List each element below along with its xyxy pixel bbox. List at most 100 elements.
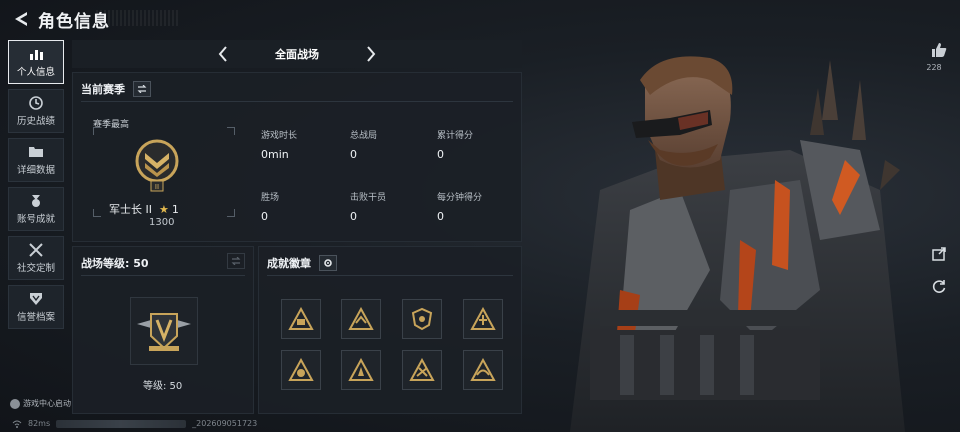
badges-title: 成就徽章 [267,255,337,271]
badge-icon [288,358,314,381]
game-center-link[interactable]: 游戏中心启动 [10,398,71,409]
divider [81,101,513,102]
badge-icon [288,307,314,330]
badge-icon [470,358,496,381]
swap-icon [231,257,241,265]
mode-label: 全面战场 [275,48,319,61]
badge-slot[interactable] [341,299,381,339]
sidebar-item-label: 社交定制 [16,262,55,274]
tools-icon [29,242,43,257]
svg-text:II: II [155,183,159,191]
medal-icon [32,194,40,207]
badge-slot[interactable] [281,350,321,390]
achievement-badges-panel: 成就徽章 [258,246,522,414]
stat-value: 0 [437,148,444,161]
back-button[interactable] [4,0,38,38]
badge-slot[interactable] [341,350,381,390]
sidebar-item-social[interactable]: 社交定制 [8,236,64,280]
badges-title-text: 成就徽章 [267,257,311,270]
sidebar-item-details[interactable]: 详细数据 [8,138,64,182]
badge-slot[interactable] [463,350,503,390]
sidebar-item-history[interactable]: 历史战绩 [8,89,64,133]
chevron-left-icon [218,46,227,62]
sidebar-item-label: 个人信息 [16,66,55,78]
season-switch-button[interactable] [133,81,151,97]
stat-kills: 击败干员 0 [350,190,386,223]
game-center-label: 游戏中心启动 [23,399,71,408]
swap-icon [137,85,147,93]
stat-label: 每分钟得分 [437,193,483,203]
uid-suffix: _202609051723 [192,419,258,428]
badge-slot[interactable] [463,299,503,339]
badge-icon [411,307,433,331]
thumbs-up-icon [932,43,947,57]
clock-icon [29,95,43,110]
gear-icon [324,259,332,267]
badge-slot[interactable] [281,299,321,339]
mode-next-button[interactable] [360,43,382,65]
star-icon: ★ [159,202,169,216]
rank-score: 1300 [149,217,175,228]
badge-slot[interactable] [402,299,442,339]
rank-emblem-icon: II [135,139,179,192]
divider [81,275,245,276]
back-arrow-icon [15,12,27,26]
wifi-icon [12,420,22,428]
badge-slot[interactable] [402,350,442,390]
sidebar-item-label: 账号成就 [16,213,55,225]
season-title: 当前赛季 [81,81,151,97]
level-emblem-frame [130,297,198,365]
badge-icon [348,307,374,330]
share-icon [932,247,946,261]
rank-stars: 1 [171,202,179,216]
stat-label: 击败干员 [350,193,387,203]
uid-masked [56,419,187,428]
stat-value: 0 [350,148,357,161]
chevron-right-icon [367,46,376,62]
rank-name: 军士长 II ★ 1 [109,201,179,217]
like-button[interactable] [929,40,949,60]
title-decoration [96,10,180,26]
divider [267,275,513,276]
sidebar-item-label: 历史战绩 [16,115,55,127]
ping-value: 82ms [28,419,51,428]
stat-wins: 胜场 0 [261,190,279,223]
season-title-text: 当前赛季 [81,83,125,96]
stat-score-per-minute: 每分钟得分 0 [437,190,482,223]
battlefield-level-panel: 战场等级: 50 等级: 50 [72,246,254,414]
folder-icon [29,146,43,157]
season-panel: 当前赛季 赛季最高 II 军士长 II ★ 1 1300 游戏时长 0min 总… [72,72,522,242]
status-footer: 82ms _202609051723 [12,419,257,428]
mode-prev-button[interactable] [212,43,234,65]
stat-label: 累计得分 [437,131,474,141]
refresh-icon [932,280,946,293]
sidebar-item-reputation[interactable]: 信誉档案 [8,285,64,329]
bar-chart-icon [30,49,43,60]
sidebar: 个人信息 历史战绩 详细数据 账号成就 社交定制 信誉档案 [8,40,64,334]
sidebar-item-profile[interactable]: 个人信息 [8,40,64,84]
stat-total-score: 累计得分 0 [437,128,473,161]
character-model[interactable] [560,40,920,432]
sidebar-item-label: 详细数据 [16,164,55,176]
game-center-icon [10,398,20,409]
badges-settings-button[interactable] [319,255,337,271]
level-switch-button[interactable] [227,253,245,269]
sidebar-item-achievements[interactable]: 账号成就 [8,187,64,231]
badge-icon [470,307,496,330]
rank-name-text: 军士长 II [109,203,152,216]
stat-value: 0 [350,210,357,223]
sidebar-item-label: 信誉档案 [16,311,55,323]
refresh-button[interactable] [929,276,949,296]
level-text: 等级: 50 [143,381,183,392]
battlefield-level-title: 战场等级: 50 [81,257,149,270]
top-header: 角色信息 [0,0,600,38]
stat-label: 胜场 [261,193,280,203]
stat-value: 0 [437,210,444,223]
shield-icon [30,292,42,305]
stat-value: 0min [261,148,289,161]
stat-label: 总战局 [350,131,378,141]
stat-label: 游戏时长 [261,131,298,141]
share-button[interactable] [929,244,949,264]
mode-selector: 全面战场 [72,40,522,68]
stat-total-matches: 总战局 0 [350,128,377,161]
